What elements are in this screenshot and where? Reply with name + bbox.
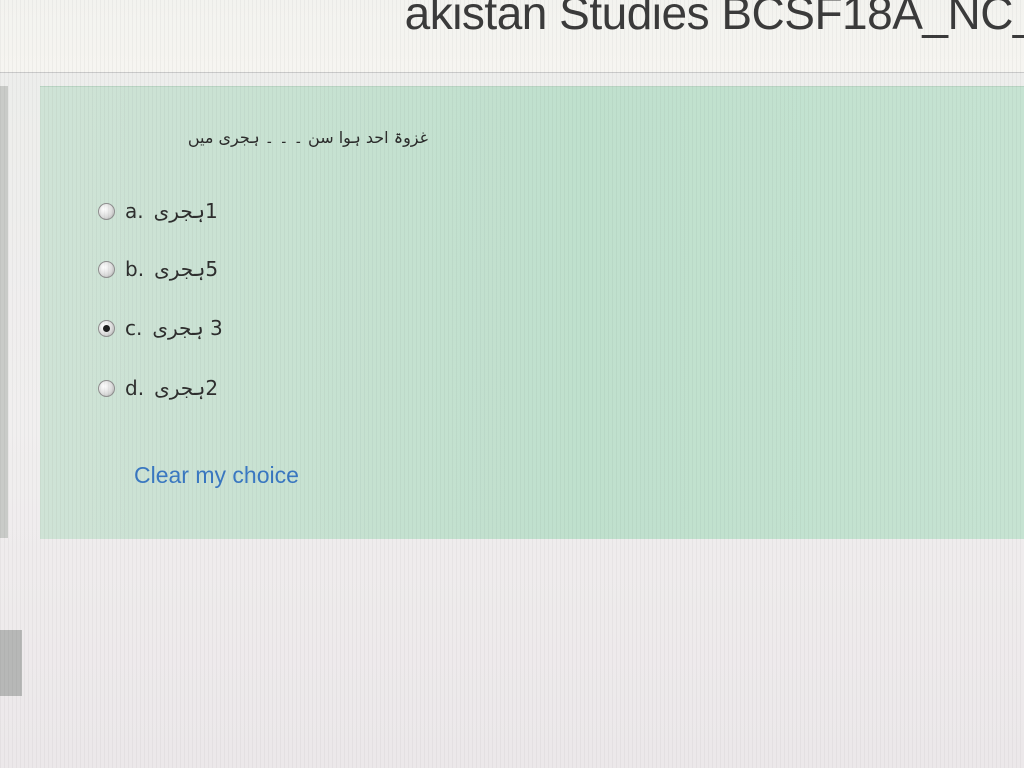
radio-button-b[interactable] [98, 260, 115, 278]
question-text: غزوۃ احد ہوا سن ۔ ۔ ۔ ہجری میں [187, 128, 428, 147]
option-text-b: 5ہجری [154, 257, 219, 281]
page-header: akistan Studies BCSF18A_NC_ [0, 0, 1024, 73]
left-block-nav-edge[interactable] [0, 86, 8, 538]
option-text-c: 3 ہجری [152, 316, 223, 340]
option-text-a: 1ہجری [153, 199, 218, 223]
option-letter-a: a. [125, 199, 144, 223]
page-title: akistan Studies BCSF18A_NC_ [404, 0, 1024, 39]
radio-button-d[interactable] [98, 379, 115, 397]
answer-option-c[interactable]: c. 3 ہجری [98, 313, 223, 343]
option-text-d: 2ہجری [154, 376, 219, 400]
answer-option-d[interactable]: d. 2ہجری [98, 373, 218, 403]
option-letter-d: d. [125, 376, 145, 400]
option-letter-b: b. [125, 257, 145, 281]
left-nav-edge-bottom[interactable] [0, 630, 22, 696]
radio-button-c-selected[interactable] [98, 319, 115, 337]
answer-option-b[interactable]: b. 5ہجری [98, 254, 218, 284]
answer-option-a[interactable]: a. 1ہجری [98, 196, 218, 226]
radio-button-a[interactable] [98, 202, 115, 220]
option-letter-c: c. [125, 316, 143, 340]
clear-my-choice-link[interactable]: Clear my choice [134, 462, 299, 489]
